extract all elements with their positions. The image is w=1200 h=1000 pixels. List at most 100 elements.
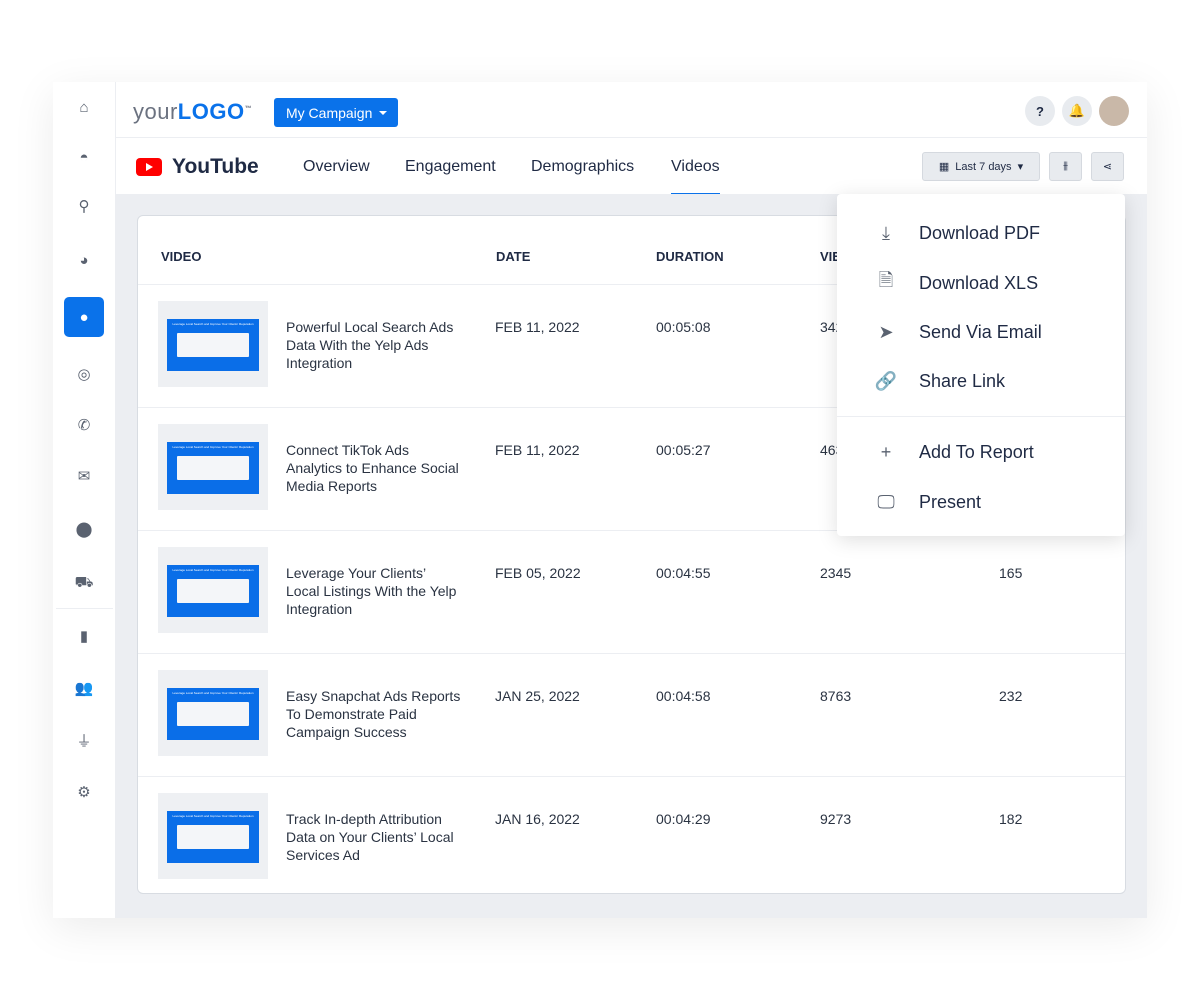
gear-icon[interactable]: ⚙: [64, 772, 104, 812]
video-date: JAN 16, 2022: [495, 811, 580, 827]
table-row[interactable]: Leverage Local Search and Improve Your C…: [138, 653, 1125, 776]
users-icon[interactable]: 👥: [64, 668, 104, 708]
column-header-video[interactable]: VIDEO: [161, 249, 201, 264]
thumbnail-screenshot: [177, 333, 249, 357]
file-icon[interactable]: ▮: [64, 616, 104, 656]
logo: yourLOGO™: [133, 99, 252, 125]
menu-item-present[interactable]: 🖵 Present: [837, 482, 1125, 522]
cart-icon[interactable]: ⛟: [64, 563, 104, 603]
sidebar: ⌂ ◓ ⚲ ◕ ● ◎ ✆ ✉ ⬤ ⛟ ▮ 👥 ⏚ ⚙: [53, 82, 116, 918]
monitor-icon: 🖵: [877, 491, 895, 512]
brand-label: YouTube: [172, 155, 259, 178]
menu-label: Download PDF: [919, 222, 1041, 243]
column-header-duration[interactable]: DURATION: [656, 249, 724, 264]
menu-label: Present: [919, 491, 982, 512]
location-icon[interactable]: ⬤: [64, 509, 104, 549]
tab-demographics[interactable]: Demographics: [531, 158, 634, 176]
thumbnail-image: Leverage Local Search and Improve Your C…: [167, 811, 259, 863]
column-header-date[interactable]: DATE: [496, 249, 530, 264]
thumbnail-image: Leverage Local Search and Improve Your C…: [167, 565, 259, 617]
video-title[interactable]: Track In-depth Attribution Data on Your …: [286, 810, 461, 864]
tab-videos[interactable]: Videos: [671, 158, 720, 196]
date-range-label: Last 7 days: [955, 160, 1012, 173]
date-range-dropdown[interactable]: ▦ Last 7 days ▾: [922, 152, 1040, 181]
logo-tm: ™: [244, 105, 253, 113]
thumbnail-text: Leverage Local Search and Improve Your C…: [172, 322, 254, 326]
phone-icon[interactable]: ✆: [64, 405, 104, 445]
video-duration: 00:04:29: [656, 811, 711, 827]
menu-label: Send Via Email: [919, 321, 1042, 342]
download-icon: ⤓: [882, 222, 890, 243]
menu-item-send-email[interactable]: ➤ Send Via Email: [837, 312, 1125, 352]
notifications-bell-icon[interactable]: 🔔: [1062, 96, 1092, 126]
menu-item-download-pdf[interactable]: ⤓ Download PDF: [837, 213, 1125, 253]
menu-divider: [837, 416, 1125, 417]
youtube-icon: [136, 158, 162, 176]
home-icon[interactable]: ⌂: [64, 87, 104, 127]
thumbnail-text: Leverage Local Search and Improve Your C…: [172, 445, 254, 449]
thumbnail-screenshot: [177, 825, 249, 849]
campaign-dropdown[interactable]: My Campaign: [274, 98, 398, 127]
thumbnail-image: Leverage Local Search and Improve Your C…: [167, 688, 259, 740]
video-date: FEB 05, 2022: [495, 565, 581, 581]
paper-plane-icon: ➤: [878, 321, 894, 342]
video-duration: 00:05:27: [656, 442, 711, 458]
thumbnail-image: Leverage Local Search and Improve Your C…: [167, 442, 259, 494]
plug-icon[interactable]: ⏚: [64, 720, 104, 760]
thumbnail-image: Leverage Local Search and Improve Your C…: [167, 319, 259, 371]
video-duration: 00:04:58: [656, 688, 711, 704]
logo-text: your: [133, 99, 178, 124]
pie-chart-icon[interactable]: ◕: [64, 240, 104, 280]
share-icon: ⋖: [1102, 161, 1113, 173]
link-icon: 🔗: [874, 370, 898, 391]
target-icon[interactable]: ◎: [64, 354, 104, 394]
video-thumbnail[interactable]: Leverage Local Search and Improve Your C…: [158, 547, 268, 633]
share-menu: ⤓ Download PDF 🗎 Download XLS ➤ Send Via Em…: [837, 194, 1125, 536]
top-bar: yourLOGO™ My Campaign ? 🔔: [116, 82, 1147, 138]
thumbnail-text: Leverage Local Search and Improve Your C…: [172, 814, 254, 818]
logo-text-bold: LOGO: [177, 99, 245, 124]
menu-label: Download XLS: [919, 272, 1039, 293]
video-thumbnail[interactable]: Leverage Local Search and Improve Your C…: [158, 670, 268, 756]
dashboard-icon[interactable]: ◓: [64, 137, 104, 177]
thumbnail-screenshot: [177, 579, 249, 603]
video-title[interactable]: Connect TikTok Ads Analytics to Enhance …: [286, 441, 461, 495]
avatar[interactable]: [1099, 96, 1129, 126]
table-row[interactable]: Leverage Local Search and Improve Your C…: [138, 776, 1125, 899]
chat-icon[interactable]: ●: [64, 297, 104, 337]
sliders-icon: ⫵: [1062, 160, 1069, 172]
table-row[interactable]: Leverage Local Search and Improve Your C…: [138, 530, 1125, 653]
tab-engagement[interactable]: Engagement: [405, 158, 496, 176]
video-thumbnail[interactable]: Leverage Local Search and Improve Your C…: [158, 301, 268, 387]
sidebar-divider: [56, 608, 113, 609]
video-thumbnail[interactable]: Leverage Local Search and Improve Your C…: [158, 424, 268, 510]
filters-button[interactable]: ⫵: [1049, 152, 1082, 181]
chevron-down-icon: ▾: [1017, 161, 1024, 173]
thumbnail-text: Leverage Local Search and Improve Your C…: [172, 691, 254, 695]
search-icon[interactable]: ⚲: [64, 186, 104, 226]
video-metric: 182: [999, 811, 1023, 827]
menu-item-add-to-report[interactable]: + Add To Report: [837, 432, 1125, 472]
video-metric: 165: [999, 565, 1023, 581]
thumbnail-screenshot: [177, 456, 249, 480]
video-title[interactable]: Easy Snapchat Ads Reports To Demonstrate…: [286, 687, 461, 741]
thumbnail-text: Leverage Local Search and Improve Your C…: [172, 568, 254, 572]
video-views: 2345: [820, 565, 852, 581]
menu-label: Share Link: [919, 370, 1006, 391]
video-title[interactable]: Leverage Your Clients’ Local Listings Wi…: [286, 564, 461, 618]
video-thumbnail[interactable]: Leverage Local Search and Improve Your C…: [158, 793, 268, 879]
video-title[interactable]: Powerful Local Search Ads Data With the …: [286, 318, 461, 372]
video-duration: 00:04:55: [656, 565, 711, 581]
tab-overview[interactable]: Overview: [303, 158, 370, 176]
video-metric: 232: [999, 688, 1023, 704]
video-views: 8763: [820, 688, 852, 704]
video-duration: 00:05:08: [656, 319, 711, 335]
menu-item-share-link[interactable]: 🔗 Share Link: [837, 361, 1125, 401]
help-button[interactable]: ?: [1025, 96, 1055, 126]
mail-icon[interactable]: ✉: [64, 456, 104, 496]
share-button[interactable]: ⋖: [1091, 152, 1124, 181]
video-date: JAN 25, 2022: [495, 688, 580, 704]
menu-item-download-xls[interactable]: 🗎 Download XLS: [837, 263, 1125, 303]
menu-label: Add To Report: [919, 441, 1034, 462]
channel-nav: YouTube Overview Engagement Demographics…: [116, 138, 1147, 196]
